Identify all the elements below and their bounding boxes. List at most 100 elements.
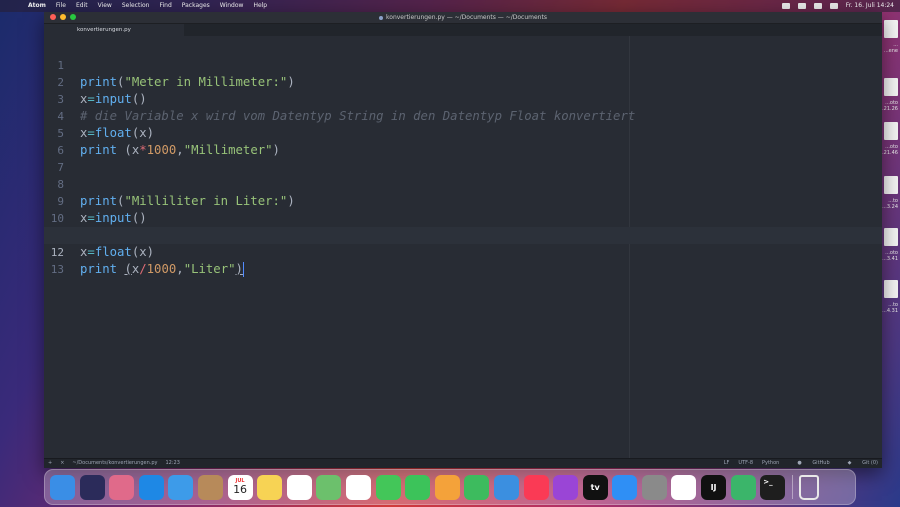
token-number: 1000 <box>146 262 177 276</box>
line-content: print (x/1000,"Liter") <box>80 262 245 277</box>
facetime-icon[interactable] <box>405 474 431 500</box>
status-github-label: GitHub <box>812 460 830 466</box>
tab-bar: konvertierungen.py <box>44 24 882 36</box>
finder-icon[interactable] <box>50 474 75 500</box>
title-bar[interactable]: konvertierungen.py — ~/Documents — ~/Doc… <box>44 12 882 24</box>
siri-icon[interactable] <box>79 474 105 500</box>
text-cursor <box>242 262 245 277</box>
desktop-file-4[interactable]: ...to ...3.24 <box>882 176 898 210</box>
messages-icon[interactable] <box>375 474 401 500</box>
menu-selection[interactable]: Selection <box>122 0 150 12</box>
code-line[interactable]: 10 # die Variable x wird vom Datentyp St… <box>44 193 882 242</box>
desktop-file-4-sublabel: ...3.24 <box>882 204 898 210</box>
menu-app-name[interactable]: Atom <box>28 0 46 12</box>
code-line[interactable]: 11 x=float(x) <box>44 210 882 259</box>
code-editor[interactable]: 1 print("Meter in Millimeter:") 2 x=inpu… <box>44 36 882 459</box>
window-controls <box>50 14 80 20</box>
tab-konvertierungen[interactable]: konvertierungen.py <box>44 24 184 36</box>
control-center-icon[interactable] <box>813 3 822 9</box>
chrome-icon[interactable] <box>671 474 697 500</box>
menu-file[interactable]: File <box>56 0 66 12</box>
wifi-icon[interactable] <box>781 3 790 9</box>
menu-packages[interactable]: Packages <box>182 0 210 12</box>
menu-clock[interactable]: Fr. 16. Juli 14:24 <box>846 0 894 12</box>
menu-find[interactable]: Find <box>159 0 171 12</box>
code-line[interactable]: 5 print (x*1000,"Millimeter") <box>44 108 882 157</box>
line-number: 13 <box>50 263 64 276</box>
status-grammar[interactable]: Python <box>762 459 779 468</box>
status-line-ending[interactable]: LF <box>724 459 730 468</box>
file-icon <box>884 20 898 38</box>
safari-icon[interactable] <box>138 474 164 500</box>
status-right: LF UTF-8 Python ● GitHub ◆ Git (0) <box>715 459 878 468</box>
tv-icon[interactable]: tv <box>582 474 608 500</box>
desktop-file-1[interactable]: ... ...ene <box>884 20 898 54</box>
code-line[interactable]: 7 <box>44 142 882 174</box>
tab-label: konvertierungen.py <box>77 27 131 33</box>
siri-menu-icon[interactable] <box>829 3 838 9</box>
status-bar: + × ~/Documents/konvertierungen.py 12:23… <box>44 458 882 468</box>
code-line[interactable]: 3 # die Variable x wird vom Datentyp Str… <box>44 74 882 123</box>
trash-icon[interactable] <box>798 474 819 500</box>
menu-window[interactable]: Window <box>220 0 244 12</box>
close-button[interactable] <box>50 14 56 20</box>
code-line[interactable]: 6 <box>44 125 882 157</box>
close-panel-icon[interactable]: × <box>60 459 64 468</box>
menu-help[interactable]: Help <box>253 0 267 12</box>
atom-window: konvertierungen.py — ~/Documents — ~/Doc… <box>44 12 882 468</box>
keynote-icon[interactable] <box>493 474 519 500</box>
add-project-icon[interactable]: + <box>48 459 52 468</box>
status-left: + × ~/Documents/konvertierungen.py 12:23 <box>48 459 188 468</box>
calendar-icon[interactable]: JUL 16 <box>227 474 253 500</box>
terminal-icon[interactable]: >_ <box>760 474 786 500</box>
notes-icon[interactable] <box>257 474 283 500</box>
code-line[interactable]: 9 x=input() <box>44 176 882 225</box>
file-icon <box>884 176 898 194</box>
file-icon <box>884 280 898 298</box>
dock-separator <box>791 475 793 499</box>
token-string: "Liter" <box>183 262 236 276</box>
photos-icon[interactable] <box>345 474 371 500</box>
python-file-icon <box>379 15 384 20</box>
file-icon <box>884 228 898 246</box>
code-line[interactable]: 13 <box>44 244 882 276</box>
desktop-file-5[interactable]: ...oto ...3.41 <box>882 228 898 262</box>
music-icon[interactable] <box>523 474 549 500</box>
status-git-label: Git (0) <box>862 460 878 466</box>
intellij-icon[interactable]: IJ <box>701 474 727 500</box>
launchpad-icon[interactable] <box>109 474 135 500</box>
desktop-file-6-sublabel: ...4.31 <box>882 308 898 314</box>
desktop-file-6[interactable]: ...to ...4.31 <box>882 280 898 314</box>
mail-icon[interactable] <box>168 474 194 500</box>
file-icon <box>884 78 898 96</box>
podcasts-icon[interactable] <box>553 474 579 500</box>
zoom-button[interactable] <box>70 14 76 20</box>
status-file-path[interactable]: ~/Documents/konvertierungen.py <box>72 459 157 468</box>
pages-icon[interactable] <box>434 474 460 500</box>
code-line[interactable]: 8 print("Milliliter in Liter:") <box>44 159 882 208</box>
code-line-current[interactable]: 12 print (x/1000,"Liter") <box>44 227 882 277</box>
menu-edit[interactable]: Edit <box>76 0 88 12</box>
reminders-icon[interactable] <box>286 474 312 500</box>
app-store-icon[interactable] <box>612 474 638 500</box>
status-github[interactable]: ● GitHub <box>788 459 829 468</box>
status-git[interactable]: ◆ Git (0) <box>839 459 878 468</box>
code-line[interactable]: 2 x=input() <box>44 57 882 106</box>
atom-icon[interactable] <box>730 474 756 500</box>
search-icon[interactable] <box>797 3 806 9</box>
minimize-button[interactable] <box>60 14 66 20</box>
git-icon: ◆ <box>847 460 852 466</box>
status-encoding[interactable]: UTF-8 <box>738 459 753 468</box>
github-icon: ● <box>797 460 802 466</box>
status-cursor-position[interactable]: 12:23 <box>165 459 179 468</box>
calendar-day: 16 <box>233 483 248 496</box>
window-title: konvertierungen.py — ~/Documents — ~/Doc… <box>386 14 547 21</box>
system-preferences-icon[interactable] <box>641 474 667 500</box>
code-line[interactable]: 1 print("Meter in Millimeter:") <box>44 40 882 89</box>
menu-view[interactable]: View <box>98 0 112 12</box>
maps-icon[interactable] <box>316 474 342 500</box>
file-icon <box>884 122 898 140</box>
numbers-icon[interactable] <box>464 474 490 500</box>
code-line[interactable]: 4 x=float(x) <box>44 91 882 140</box>
contacts-icon[interactable] <box>197 474 223 500</box>
